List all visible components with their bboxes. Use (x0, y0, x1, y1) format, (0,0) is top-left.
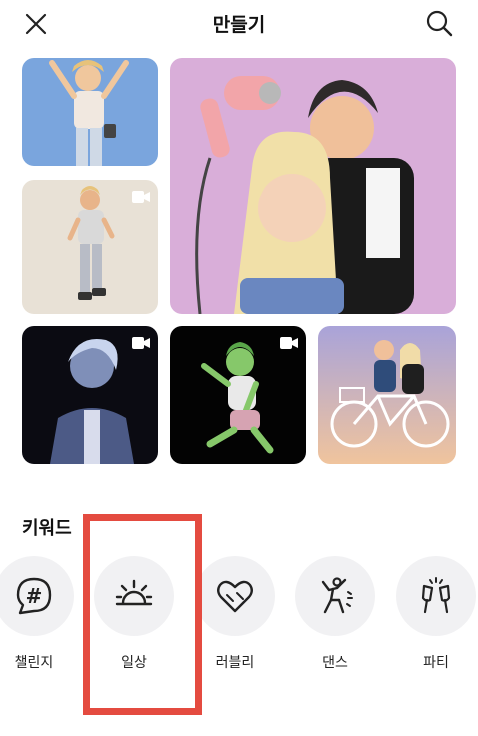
cheers-icon (421, 577, 451, 614)
search-icon[interactable] (424, 8, 454, 38)
gallery-tile-2[interactable] (22, 180, 158, 314)
keyword-party[interactable]: 파티 (396, 556, 476, 672)
keyword-circle: # (0, 556, 74, 636)
keyword-challenge[interactable]: # 챌린지 (0, 556, 74, 672)
video-icon (132, 337, 150, 349)
dancing-icon (321, 577, 353, 614)
keyword-label: 러블리 (215, 655, 255, 671)
gallery-tile-4[interactable] (22, 326, 158, 464)
selection-highlight (83, 514, 202, 715)
keyword-label: 챌린지 (14, 655, 54, 671)
keyword-circle (295, 556, 375, 636)
video-icon (132, 191, 150, 203)
gallery-tile-3[interactable] (170, 58, 456, 314)
avatar-image (170, 58, 456, 314)
keyword-label: 파티 (423, 655, 449, 671)
keyword-dance[interactable]: 댄스 (295, 556, 375, 672)
hashtag-icon: # (16, 577, 52, 615)
video-icon (280, 337, 298, 349)
page-title: 만들기 (212, 14, 266, 36)
gallery-tile-1[interactable] (22, 58, 158, 166)
svg-text:#: # (26, 584, 43, 608)
keyword-label: 댄스 (322, 655, 348, 671)
gallery-tile-5[interactable] (170, 326, 306, 464)
keyword-circle (195, 556, 275, 636)
top-bar: 만들기 (0, 0, 478, 48)
section-title: 키워드 (22, 518, 72, 539)
gallery-tile-6[interactable] (318, 326, 456, 464)
avatar-image (318, 326, 456, 464)
avatar-image (22, 58, 158, 166)
keyword-circle (396, 556, 476, 636)
heart-icon (217, 580, 253, 613)
keyword-lovely[interactable]: 러블리 (195, 556, 275, 672)
